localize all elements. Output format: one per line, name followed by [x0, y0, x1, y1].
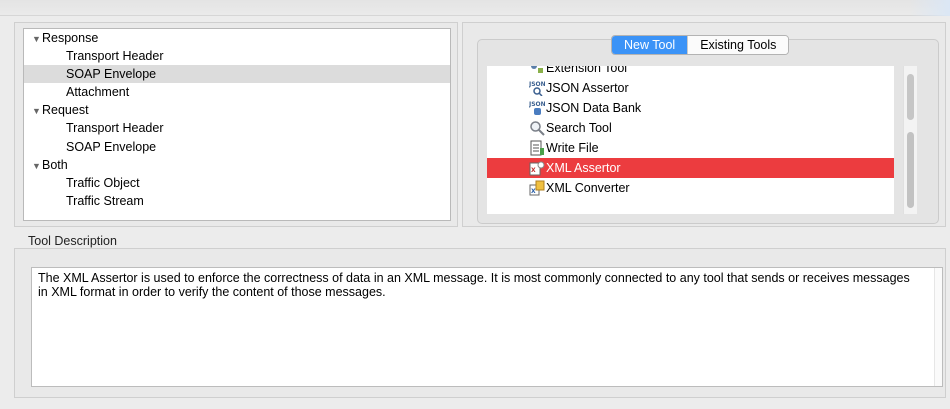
- tool-description-panel: The XML Assertor is used to enforce the …: [14, 248, 946, 398]
- tree-category-both[interactable]: ▼Both: [24, 156, 450, 174]
- svg-text:X: X: [531, 167, 536, 174]
- tree-item-label: SOAP Envelope: [66, 139, 157, 154]
- tree-item-response-transport-header[interactable]: Transport Header: [24, 47, 450, 65]
- tree-item-label: Traffic Object: [66, 175, 140, 190]
- tool-item-label: JSON Data Bank: [546, 101, 642, 115]
- write-file-icon: [530, 140, 544, 156]
- tab-existing-tools[interactable]: Existing Tools: [687, 36, 789, 54]
- tree-item-request-soap-envelope[interactable]: SOAP Envelope: [24, 138, 450, 156]
- tree-category-response[interactable]: ▼Response: [24, 29, 450, 47]
- tree-item-traffic-object[interactable]: Traffic Object: [24, 174, 450, 192]
- tool-chooser-panel: New Tool Existing Tools Extension Tool J…: [462, 22, 946, 227]
- disclosure-triangle-icon[interactable]: ▼: [32, 30, 42, 48]
- tool-item-write-file[interactable]: Write File: [487, 138, 894, 158]
- tool-item-label: XML Converter: [546, 181, 630, 195]
- json-data-bank-icon: JSON: [529, 101, 545, 115]
- tool-mode-segmented-control: New Tool Existing Tools: [611, 35, 790, 55]
- tool-item-xml-assertor[interactable]: X XML Assertor: [487, 158, 894, 178]
- xml-assertor-icon: X: [529, 161, 545, 176]
- corner-glow: [910, 0, 950, 16]
- tree-item-label: Transport Header: [66, 121, 164, 136]
- tree-item-label: Request: [42, 103, 89, 118]
- tree-item-label: Transport Header: [66, 49, 164, 64]
- tool-description-label: Tool Description: [28, 234, 117, 248]
- tree-item-response-attachment[interactable]: Attachment: [24, 83, 450, 101]
- tool-item-label: Search Tool: [546, 121, 612, 135]
- scrollbar-thumb[interactable]: [907, 132, 914, 208]
- tool-list[interactable]: Extension Tool JSON JSON Assertor JSON J…: [487, 66, 894, 214]
- tool-item-label: Extension Tool: [546, 66, 628, 75]
- tree-item-label: Attachment: [66, 85, 130, 100]
- svg-text:JSON: JSON: [529, 101, 545, 108]
- tool-list-scrollbar[interactable]: [903, 66, 917, 214]
- tree-item-traffic-stream[interactable]: Traffic Stream: [24, 192, 450, 210]
- tool-item-search-tool[interactable]: Search Tool: [487, 118, 894, 138]
- tool-item-label: JSON Assertor: [546, 81, 629, 95]
- search-icon: [530, 121, 545, 136]
- tool-description-text: The XML Assertor is used to enforce the …: [38, 271, 910, 299]
- tool-item-label: Write File: [546, 141, 599, 155]
- scrollbar-track-upper[interactable]: [907, 74, 914, 120]
- window: ▼Response Transport Header SOAP Envelope…: [0, 0, 950, 409]
- tool-item-json-assertor[interactable]: JSON JSON Assertor: [487, 78, 894, 98]
- tree-category-request[interactable]: ▼Request: [24, 101, 450, 119]
- tree-item-label: Both: [42, 157, 68, 172]
- tree-item-label: SOAP Envelope: [66, 67, 157, 82]
- extension-tool-icon: [531, 66, 543, 73]
- description-scrollbar[interactable]: [934, 268, 942, 386]
- tool-description-box: The XML Assertor is used to enforce the …: [31, 267, 943, 387]
- message-part-panel: ▼Response Transport Header SOAP Envelope…: [14, 22, 458, 227]
- tool-item-xml-converter[interactable]: X XML Converter: [487, 178, 894, 198]
- disclosure-triangle-icon[interactable]: ▼: [32, 102, 42, 120]
- tree-item-request-transport-header[interactable]: Transport Header: [24, 119, 450, 137]
- tree-item-label: Response: [42, 31, 99, 45]
- svg-text:JSON: JSON: [529, 81, 545, 88]
- tool-item-label: XML Assertor: [546, 161, 621, 175]
- disclosure-triangle-icon[interactable]: ▼: [32, 157, 42, 175]
- tool-item-extension-tool[interactable]: Extension Tool: [487, 66, 894, 78]
- top-toolbar-strip: [0, 0, 950, 16]
- xml-converter-icon: X: [529, 180, 545, 196]
- tree-item-label: Traffic Stream: [66, 193, 144, 208]
- tree-item-response-soap-envelope[interactable]: SOAP Envelope: [24, 65, 450, 84]
- svg-text:X: X: [531, 188, 536, 195]
- tab-new-tool[interactable]: New Tool: [612, 36, 688, 54]
- tool-item-json-data-bank[interactable]: JSON JSON Data Bank: [487, 98, 894, 118]
- tool-list-box: Extension Tool JSON JSON Assertor JSON J…: [477, 39, 939, 224]
- json-assertor-icon: JSON: [529, 81, 545, 96]
- message-part-tree[interactable]: ▼Response Transport Header SOAP Envelope…: [23, 28, 451, 221]
